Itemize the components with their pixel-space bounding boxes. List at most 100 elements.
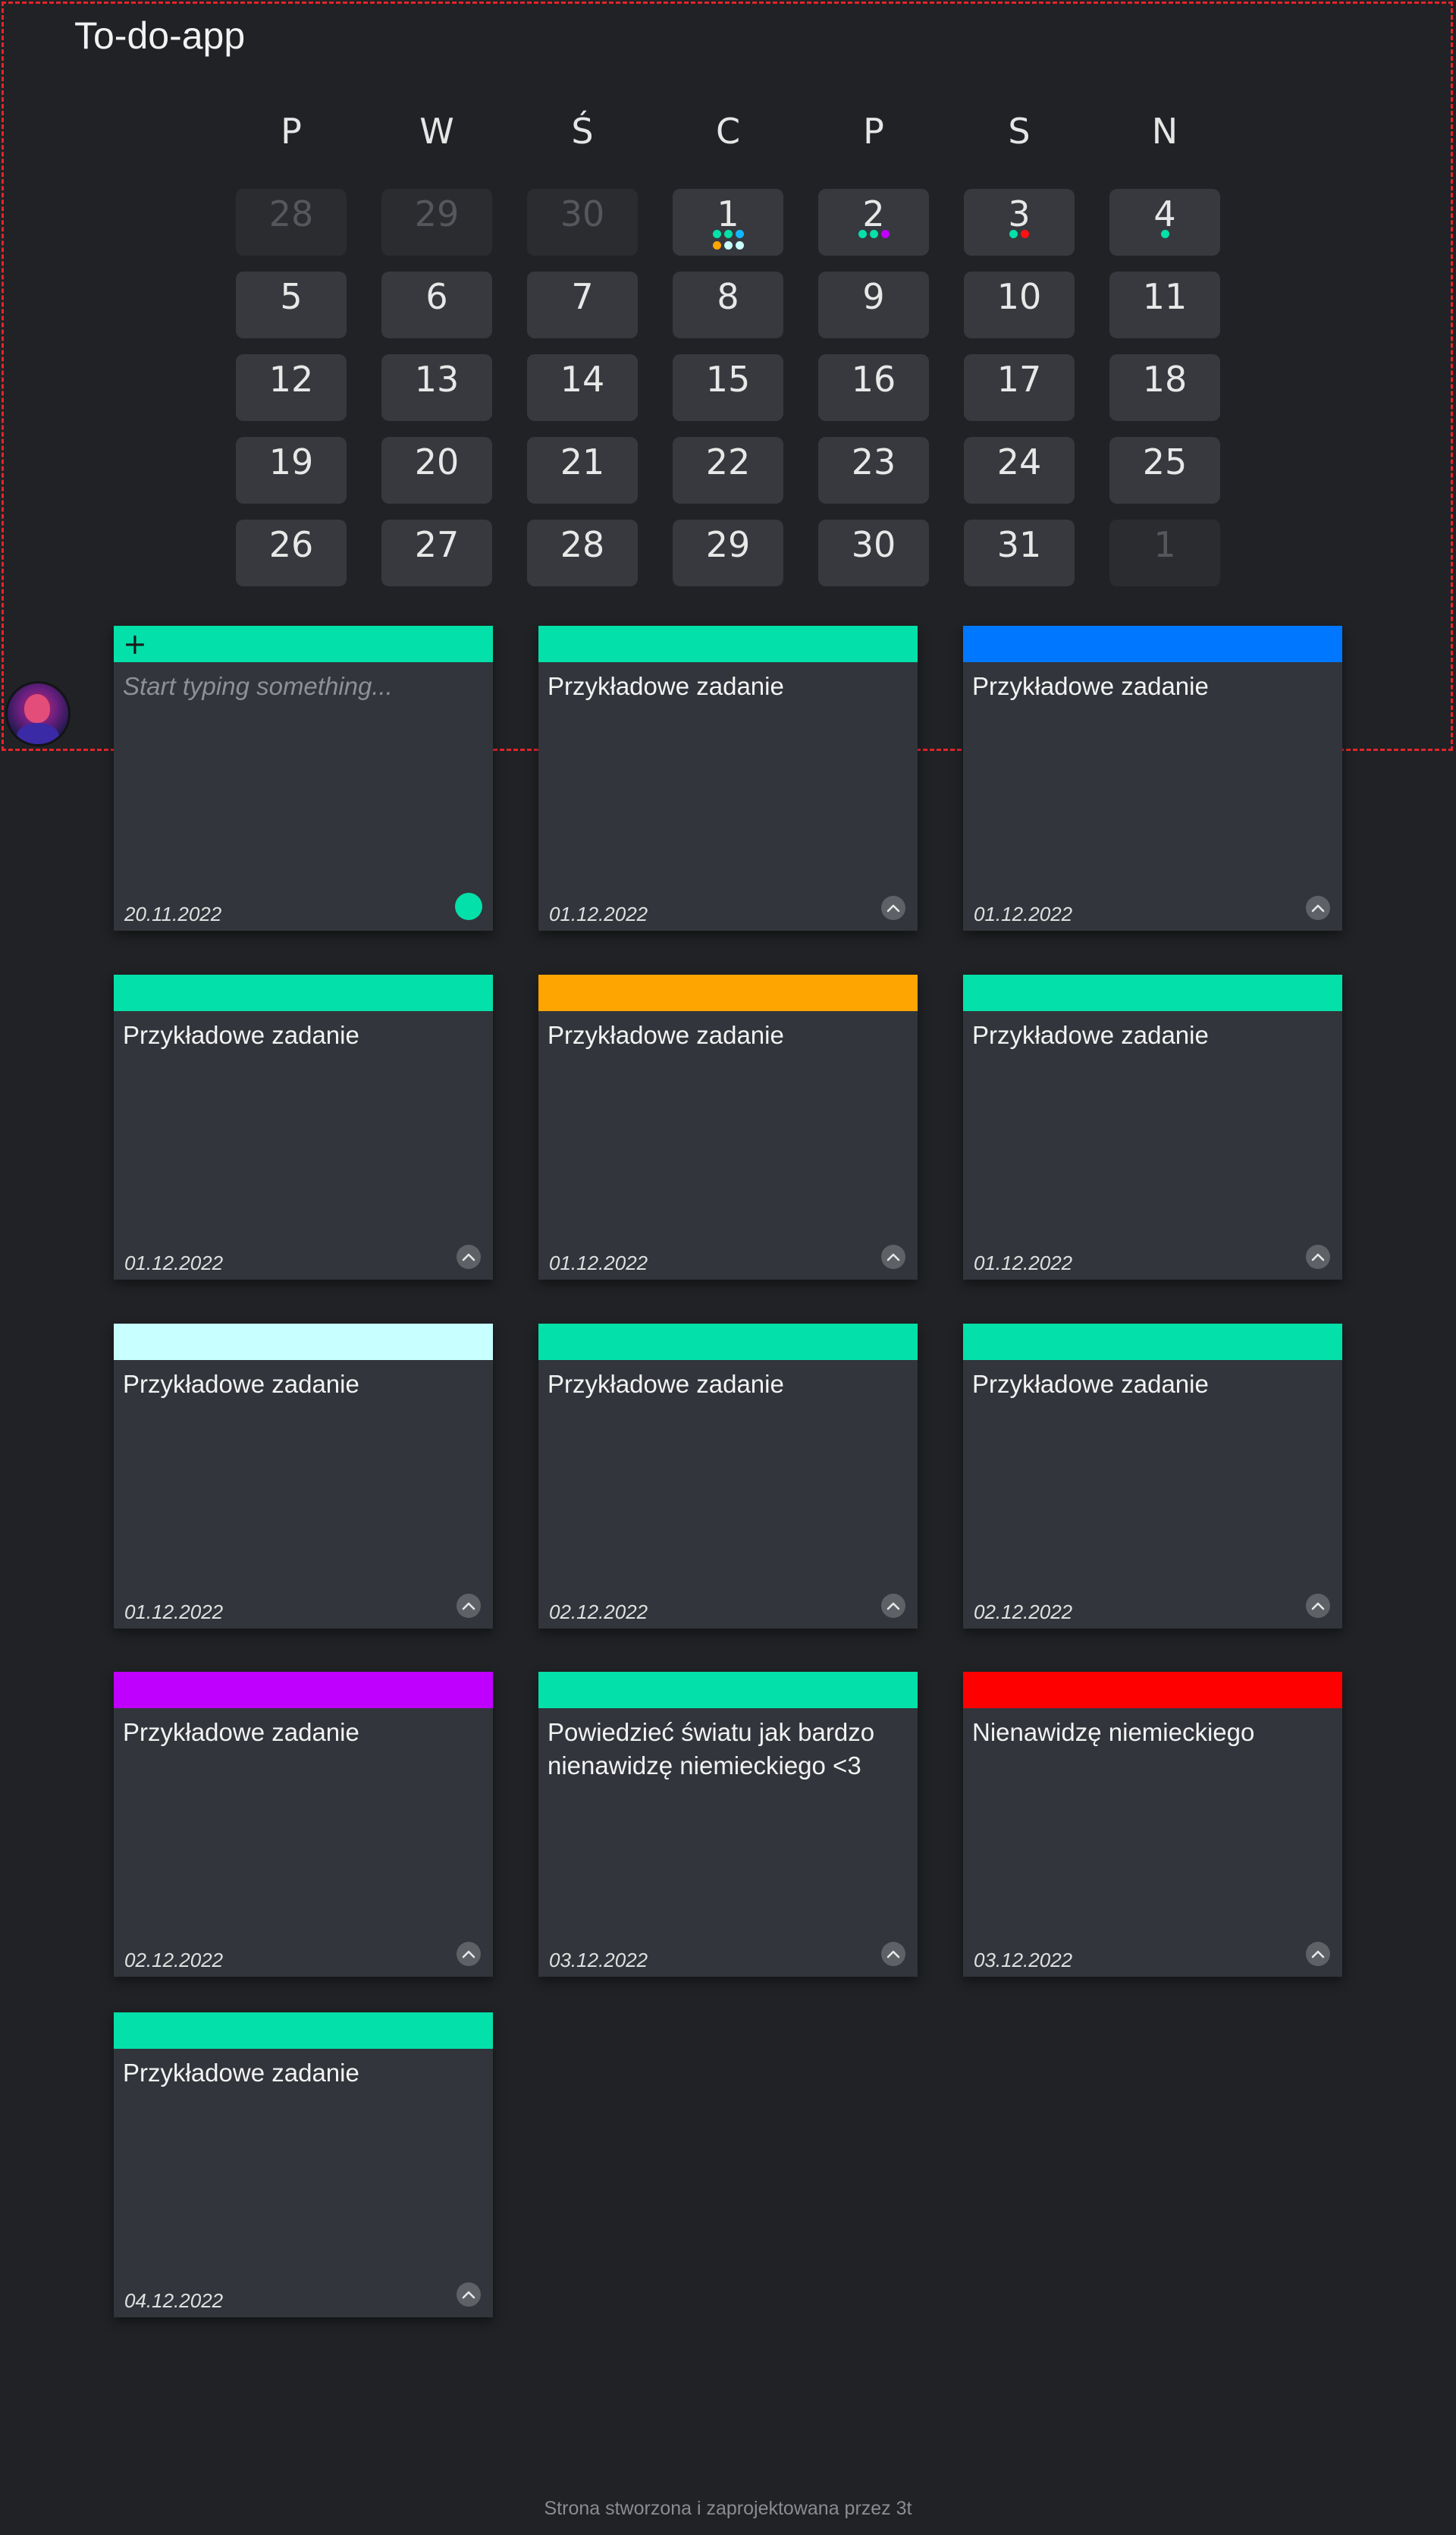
task-date: 02.12.2022 [549, 1600, 648, 1623]
calendar-day[interactable]: 4 [1109, 189, 1220, 256]
weekday-label: C [715, 111, 741, 152]
chevron-up-icon[interactable] [457, 1245, 481, 1269]
task-card[interactable]: Przykładowe zadanie 01.12.2022 [538, 626, 918, 931]
task-card[interactable]: Przykładowe zadanie 02.12.2022 [963, 1324, 1342, 1629]
calendar-day[interactable]: 18 [1109, 354, 1220, 421]
calendar-day-number: 28 [268, 193, 314, 234]
task-indicator-dot [723, 241, 733, 250]
calendar-day[interactable]: 25 [1109, 437, 1220, 504]
calendar-day[interactable]: 22 [673, 437, 783, 504]
chevron-up-icon[interactable] [457, 1942, 481, 1966]
calendar-day-number: 4 [1153, 193, 1176, 234]
task-color-bar [114, 2012, 493, 2049]
calendar-day-number: 20 [414, 441, 460, 482]
chevron-up-icon[interactable] [1306, 1942, 1330, 1966]
task-indicator-dot [1021, 230, 1029, 238]
task-indicator-dot [735, 230, 744, 238]
weekday-label: W [419, 111, 454, 152]
calendar-day[interactable]: 30 [818, 520, 929, 586]
calendar-day[interactable]: 26 [236, 520, 347, 586]
calendar-day-number: 17 [996, 359, 1042, 400]
task-card[interactable]: Przykładowe zadanie 01.12.2022 [114, 975, 493, 1280]
calendar-day[interactable]: 31 [964, 520, 1075, 586]
plus-icon[interactable]: + [123, 629, 147, 659]
task-color-bar [538, 1324, 918, 1360]
calendar-day[interactable]: 9 [818, 272, 929, 338]
new-task-date: 20.11.2022 [124, 903, 222, 925]
calendar-day[interactable]: 7 [527, 272, 638, 338]
calendar-day-number: 3 [1008, 193, 1031, 234]
chevron-up-icon[interactable] [457, 2282, 481, 2307]
task-card[interactable]: Przykładowe zadanie 01.12.2022 [963, 975, 1342, 1280]
calendar-day[interactable]: 1 [1109, 520, 1220, 586]
chevron-up-icon[interactable] [1306, 1245, 1330, 1269]
new-task-input[interactable] [123, 670, 479, 703]
new-task-card[interactable]: + 20.11.2022 [114, 626, 493, 931]
task-card[interactable]: Przykładowe zadanie 02.12.2022 [538, 1324, 918, 1629]
calendar-day[interactable]: 27 [381, 520, 492, 586]
task-indicator-dot [735, 241, 744, 250]
calendar-day[interactable]: 17 [964, 354, 1075, 421]
calendar-day-number: 28 [560, 524, 605, 565]
calendar-day-number: 6 [425, 276, 448, 317]
chevron-up-icon[interactable] [881, 896, 905, 920]
calendar-day-number: 18 [1142, 359, 1188, 400]
task-title: Przykładowe zadanie [548, 1370, 784, 1398]
weekday-label: S [1008, 111, 1031, 152]
calendar-day[interactable]: 24 [964, 437, 1075, 504]
task-indicator-dots [673, 230, 783, 250]
calendar-day[interactable]: 14 [527, 354, 638, 421]
calendar-day[interactable]: 29 [381, 189, 492, 256]
chevron-up-icon[interactable] [1306, 896, 1330, 920]
calendar-day-number: 27 [414, 524, 460, 565]
calendar-day[interactable]: 10 [964, 272, 1075, 338]
calendar-day[interactable]: 13 [381, 354, 492, 421]
calendar-day-number: 1 [1153, 524, 1176, 565]
chevron-up-icon[interactable] [881, 1245, 905, 1269]
calendar-day[interactable]: 28 [527, 520, 638, 586]
calendar-day-number: 26 [268, 524, 314, 565]
task-title: Przykładowe zadanie [548, 672, 784, 700]
weekday-label: Ś [571, 111, 594, 152]
color-picker-dot[interactable] [455, 893, 482, 920]
calendar-day[interactable]: 5 [236, 272, 347, 338]
task-card[interactable]: Powiedzieć światu jak bardzo nienawidzę … [538, 1672, 918, 1977]
chevron-up-icon[interactable] [881, 1942, 905, 1966]
task-indicator-dots [818, 230, 929, 238]
calendar-day[interactable]: 3 [964, 189, 1075, 256]
task-title: Przykładowe zadanie [123, 2059, 359, 2087]
calendar-day[interactable]: 8 [673, 272, 783, 338]
calendar-day[interactable]: 12 [236, 354, 347, 421]
task-card[interactable]: Nienawidzę niemieckiego 03.12.2022 [963, 1672, 1342, 1977]
user-avatar[interactable] [8, 683, 68, 744]
task-card[interactable]: Przykładowe zadanie 01.12.2022 [538, 975, 918, 1280]
task-card[interactable]: Przykładowe zadanie 01.12.2022 [963, 626, 1342, 931]
weekday-label: P [863, 111, 884, 152]
calendar-day[interactable]: 15 [673, 354, 783, 421]
calendar-day[interactable]: 1 [673, 189, 783, 256]
task-card[interactable]: Przykładowe zadanie 01.12.2022 [114, 1324, 493, 1629]
chevron-up-icon[interactable] [1306, 1594, 1330, 1618]
calendar-day-number: 31 [996, 524, 1042, 565]
calendar-day-number: 7 [571, 276, 594, 317]
calendar-day[interactable]: 23 [818, 437, 929, 504]
task-card[interactable]: Przykładowe zadanie 04.12.2022 [114, 2012, 493, 2317]
chevron-up-icon[interactable] [881, 1594, 905, 1618]
calendar-day[interactable]: 11 [1109, 272, 1220, 338]
calendar-day[interactable]: 20 [381, 437, 492, 504]
task-card[interactable]: Przykładowe zadanie 02.12.2022 [114, 1672, 493, 1977]
calendar-day[interactable]: 29 [673, 520, 783, 586]
calendar-day[interactable]: 6 [381, 272, 492, 338]
task-date: 01.12.2022 [549, 903, 648, 925]
task-date: 02.12.2022 [974, 1600, 1073, 1623]
calendar-day[interactable]: 19 [236, 437, 347, 504]
calendar-day[interactable]: 2 [818, 189, 929, 256]
calendar-day-number: 21 [560, 441, 605, 482]
calendar-day[interactable]: 16 [818, 354, 929, 421]
calendar-day[interactable]: 21 [527, 437, 638, 504]
calendar-day-number: 11 [1142, 276, 1188, 317]
calendar-day[interactable]: 28 [236, 189, 347, 256]
calendar-day[interactable]: 30 [527, 189, 638, 256]
chevron-up-icon[interactable] [457, 1594, 481, 1618]
calendar-day-number: 30 [560, 193, 605, 234]
